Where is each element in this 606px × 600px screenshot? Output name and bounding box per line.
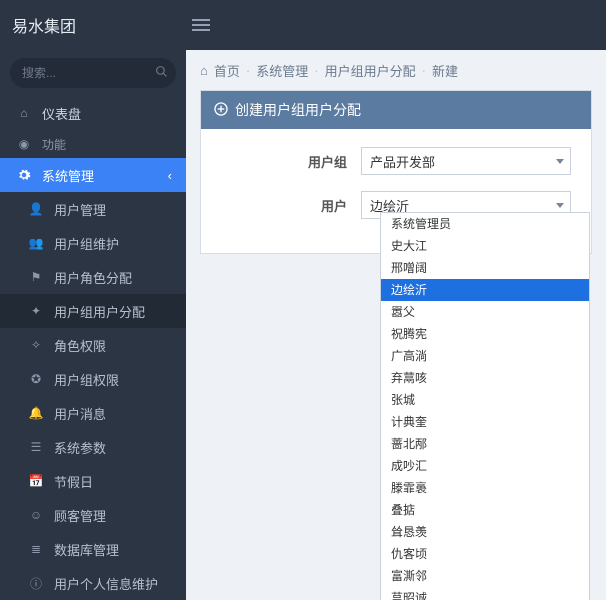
group-select-value: 产品开发部 bbox=[370, 152, 435, 171]
nav-section-func: ◉ 功能 bbox=[0, 130, 186, 158]
breadcrumb: ⌂ 首页 · 系统管理 · 用户组用户分配 · 新建 bbox=[186, 50, 606, 90]
dropdown-option[interactable]: 莒昭诚 bbox=[381, 587, 589, 600]
nav-dashboard[interactable]: ⌂ 仪表盘 bbox=[0, 96, 186, 130]
dropdown-option[interactable]: 成吵汇 bbox=[381, 455, 589, 477]
chevron-right-icon: · bbox=[246, 63, 250, 78]
plus-circle-icon bbox=[213, 101, 229, 120]
sidebar: ⌂ 仪表盘 ◉ 功能 系统管理 👤 用户管理 👥 用户组维护 ⚑ 用户角色分配 ✦ 用户… bbox=[0, 50, 186, 600]
dropdown-option[interactable]: 弃蒚咳 bbox=[381, 367, 589, 389]
nav-system-management[interactable]: 系统管理 bbox=[0, 158, 186, 192]
nav-label: 用户组维护 bbox=[54, 234, 119, 253]
calendar-icon: 📅 bbox=[26, 474, 46, 488]
sliders-icon: ☰ bbox=[26, 440, 46, 454]
nav-group-maint[interactable]: 👥 用户组维护 bbox=[0, 226, 186, 260]
nav-label: 用户消息 bbox=[54, 404, 106, 423]
home-icon: ⌂ bbox=[200, 63, 208, 78]
search-input[interactable] bbox=[10, 58, 176, 88]
search-icon[interactable] bbox=[155, 65, 168, 81]
chevron-right-icon: · bbox=[314, 63, 318, 78]
nav-user-msg[interactable]: 🔔 用户消息 bbox=[0, 396, 186, 430]
nav-user-mgmt[interactable]: 👤 用户管理 bbox=[0, 192, 186, 226]
dropdown-option[interactable]: 广高淌 bbox=[381, 345, 589, 367]
nav-label: 节假日 bbox=[54, 472, 93, 491]
info-icon: ⓘ bbox=[26, 575, 46, 592]
nav-label: 角色权限 bbox=[54, 336, 106, 355]
dropdown-option[interactable]: 仇客顷 bbox=[381, 543, 589, 565]
nav-label: 用户组权限 bbox=[54, 370, 119, 389]
dropdown-option[interactable]: 计典奎 bbox=[381, 411, 589, 433]
nav-label: 用户个人信息维护 bbox=[54, 574, 158, 593]
nav-label: 数据库管理 bbox=[54, 540, 119, 559]
dropdown-option[interactable]: 蔷北邴 bbox=[381, 433, 589, 455]
dropdown-option[interactable]: 邢噌阔 bbox=[381, 257, 589, 279]
nav-label: 系统管理 bbox=[42, 166, 94, 185]
nav-label: 用户管理 bbox=[54, 200, 106, 219]
nav-role-perm[interactable]: ✧ 角色权限 bbox=[0, 328, 186, 362]
nav-customer-mgmt[interactable]: ☺ 顾客管理 bbox=[0, 498, 186, 532]
hamburger-icon[interactable] bbox=[192, 19, 210, 31]
brand-title: 易水集团 bbox=[12, 13, 192, 37]
nav-label: 功能 bbox=[42, 136, 66, 153]
dropdown-option[interactable]: 滕霏裛 bbox=[381, 477, 589, 499]
nav-label: 用户角色分配 bbox=[54, 268, 132, 287]
nav-user-role[interactable]: ⚑ 用户角色分配 bbox=[0, 260, 186, 294]
dropdown-option[interactable]: 边绘沂 bbox=[381, 279, 589, 301]
dropdown-option[interactable]: 嚣父 bbox=[381, 301, 589, 323]
globe-icon: ◉ bbox=[14, 137, 34, 151]
nav-label: 仪表盘 bbox=[42, 104, 81, 123]
home-icon: ⌂ bbox=[14, 106, 34, 120]
assign-icon: ✦ bbox=[26, 304, 46, 318]
group-select[interactable]: 产品开发部 bbox=[361, 147, 571, 175]
flag-icon: ⚑ bbox=[26, 270, 46, 284]
nav-sys-param[interactable]: ☰ 系统参数 bbox=[0, 430, 186, 464]
nav-label: 用户组用户分配 bbox=[54, 302, 145, 321]
user-dropdown[interactable]: 系统管理员史大江邢噌阔边绘沂嚣父祝腾宪广高淌弃蒚咳张城计典奎蔷北邴成吵汇滕霏裛叠… bbox=[380, 212, 590, 600]
people-icon: ☺ bbox=[26, 508, 46, 522]
dropdown-option[interactable]: 耸恳羡 bbox=[381, 521, 589, 543]
dropdown-option[interactable]: 张城 bbox=[381, 389, 589, 411]
user-label: 用户 bbox=[221, 196, 361, 215]
panel-title: 创建用户组用户分配 bbox=[235, 100, 361, 120]
bell-icon: 🔔 bbox=[26, 406, 46, 420]
top-bar: 易水集团 bbox=[0, 0, 606, 50]
crumb-current: 新建 bbox=[432, 61, 458, 80]
content-area: ⌂ 首页 · 系统管理 · 用户组用户分配 · 新建 创建用户组用户分配 用户组… bbox=[186, 50, 606, 600]
dropdown-option[interactable]: 叠掂 bbox=[381, 499, 589, 521]
nav-group-user[interactable]: ✦ 用户组用户分配 bbox=[0, 294, 186, 328]
gears-icon bbox=[14, 168, 34, 182]
nav-group-perm[interactable]: ✪ 用户组权限 bbox=[0, 362, 186, 396]
database-icon: ≣ bbox=[26, 542, 46, 556]
panel-header: 创建用户组用户分配 bbox=[201, 91, 591, 129]
crumb-home[interactable]: 首页 bbox=[214, 61, 240, 80]
nav-profile[interactable]: ⓘ 用户个人信息维护 bbox=[0, 566, 186, 600]
chevron-right-icon: · bbox=[422, 63, 426, 78]
key-icon: ✧ bbox=[26, 338, 46, 352]
group-label: 用户组 bbox=[221, 152, 361, 171]
nav-holiday[interactable]: 📅 节假日 bbox=[0, 464, 186, 498]
dropdown-option[interactable]: 富澌邻 bbox=[381, 565, 589, 587]
dropdown-option[interactable]: 系统管理员 bbox=[381, 213, 589, 235]
dropdown-option[interactable]: 祝腾宪 bbox=[381, 323, 589, 345]
nav-db-mgmt[interactable]: ≣ 数据库管理 bbox=[0, 532, 186, 566]
nav-label: 顾客管理 bbox=[54, 506, 106, 525]
dropdown-option[interactable]: 史大江 bbox=[381, 235, 589, 257]
crumb-group-user[interactable]: 用户组用户分配 bbox=[325, 61, 416, 80]
users-icon: 👥 bbox=[26, 236, 46, 250]
lock-icon: ✪ bbox=[26, 372, 46, 386]
crumb-sysmgmt[interactable]: 系统管理 bbox=[256, 61, 308, 80]
nav-label: 系统参数 bbox=[54, 438, 106, 457]
user-icon: 👤 bbox=[26, 202, 46, 216]
